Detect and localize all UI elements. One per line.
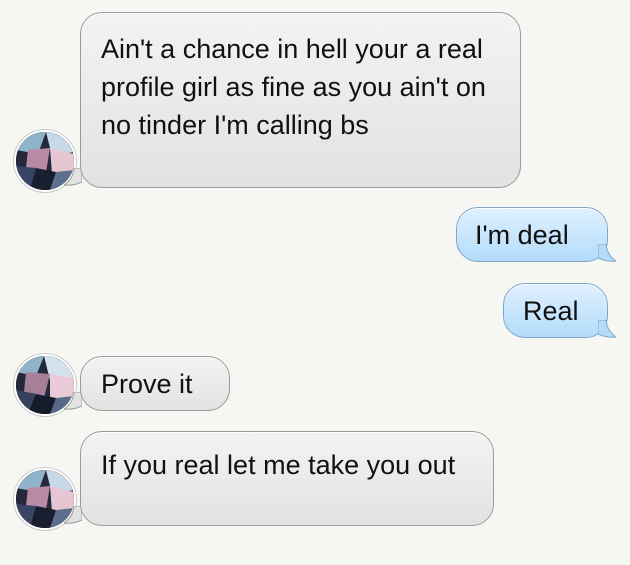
message-text: I'm deal <box>475 220 569 250</box>
message-bubble[interactable]: Prove it <box>80 356 230 411</box>
message-text: Real <box>523 296 579 326</box>
bubble-tail <box>598 244 616 262</box>
bubble-tail <box>64 392 82 410</box>
message-text: Ain't a chance in hell your a real profi… <box>101 34 486 140</box>
message-text: Prove it <box>101 369 193 399</box>
message-bubble[interactable]: Ain't a chance in hell your a real profi… <box>80 12 521 188</box>
message-bubble[interactable]: Real <box>503 283 608 338</box>
message-bubble[interactable]: If you real let me take you out <box>80 431 494 526</box>
message-bubble[interactable]: I'm deal <box>456 207 608 262</box>
bubble-tail <box>598 320 616 338</box>
message-text: If you real let me take you out <box>101 450 456 480</box>
message-thread: Ain't a chance in hell your a real profi… <box>0 0 630 565</box>
bubble-tail <box>64 506 82 524</box>
bubble-tail <box>64 168 82 186</box>
